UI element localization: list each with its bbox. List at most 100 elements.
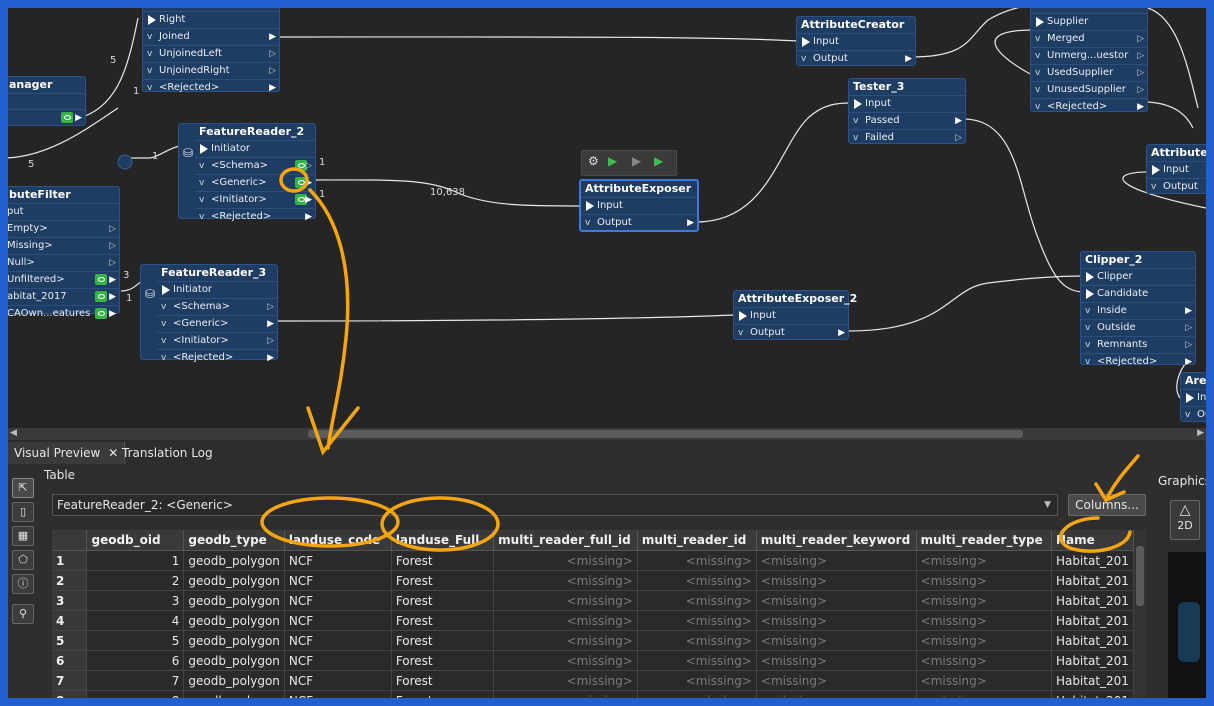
attributeexposer2-transformer[interactable]: AttributeExposer_2 Input v Output ▶: [733, 290, 857, 341]
table-cell[interactable]: Forest: [391, 610, 495, 631]
table-cell[interactable]: <missing>: [756, 570, 917, 591]
table-cell[interactable]: Habitat_201: [1051, 610, 1134, 631]
port-empty[interactable]: Empty> ▷: [8, 220, 119, 237]
table-cell[interactable]: 1: [86, 550, 185, 571]
port-passed[interactable]: v Passed ▶: [849, 112, 965, 129]
table-cell[interactable]: <missing>: [756, 650, 917, 671]
table-cell[interactable]: Forest: [391, 690, 495, 698]
row-number[interactable]: 7: [52, 670, 88, 691]
row-number-header[interactable]: [52, 530, 88, 551]
table-cell[interactable]: Forest: [391, 630, 495, 651]
column-header[interactable]: landuse_code: [284, 530, 392, 551]
port-unfiltered[interactable]: Unfiltered> ▶: [8, 271, 119, 288]
port-rejected[interactable]: v <Rejected> ▶: [1081, 353, 1195, 370]
port-schema[interactable]: v <Schema> ▷: [195, 157, 315, 174]
table-row[interactable]: 3 3 geodb_polygon NCF Forest <missing> <missin…: [52, 590, 1134, 611]
table-cell[interactable]: geodb_polygon: [183, 570, 285, 591]
table-cell[interactable]: NCF: [284, 630, 392, 651]
table-cell[interactable]: geodb_polygon: [183, 590, 285, 611]
table-cell[interactable]: <missing>: [637, 570, 757, 591]
port-unusedsupplier[interactable]: v UnusedSupplier ▷: [1031, 81, 1147, 98]
table-cell[interactable]: <missing>: [637, 590, 757, 611]
table-cell[interactable]: <missing>: [637, 650, 757, 671]
table-cell[interactable]: <missing>: [916, 650, 1052, 671]
port-output[interactable]: v Output ▶: [797, 50, 915, 67]
table-cell[interactable]: <missing>: [916, 610, 1052, 631]
table-cell[interactable]: 3: [86, 590, 185, 611]
table-cell[interactable]: 2: [86, 570, 185, 591]
layout-icon[interactable]: ▯: [12, 502, 34, 522]
port-rejected[interactable]: v <Rejected> ▶: [195, 208, 315, 225]
table-cell[interactable]: NCF: [284, 550, 392, 571]
tester3-transformer[interactable]: Tester_3 Input v Passed ▶ v Failed ▷: [848, 78, 966, 144]
graphics-view[interactable]: [1168, 552, 1206, 698]
table-cell[interactable]: <missing>: [916, 690, 1052, 698]
port-unjoinedleft[interactable]: v UnjoinedLeft ▷: [143, 45, 279, 62]
row-number[interactable]: 2: [52, 570, 88, 591]
port-output[interactable]: v Output ▶: [734, 324, 848, 341]
column-header[interactable]: geodb_oid: [86, 530, 185, 551]
port-output[interactable]: v Output ▶: [581, 214, 697, 231]
table-cell[interactable]: <missing>: [756, 690, 917, 698]
table-cell[interactable]: <missing>: [637, 670, 757, 691]
table-cell[interactable]: geodb_polygon: [183, 690, 285, 698]
manager-transformer[interactable]: anager ▶: [8, 76, 86, 126]
table-cell[interactable]: geodb_polygon: [183, 650, 285, 671]
port-initiator-out[interactable]: v <Initiator> ▶: [195, 191, 315, 208]
port-initiator-out[interactable]: v <Initiator> ▷: [157, 332, 277, 349]
run-to-this-icon[interactable]: ▶: [608, 154, 617, 168]
table-cell[interactable]: Habitat_201: [1051, 650, 1134, 671]
table-cell[interactable]: 8: [86, 690, 185, 698]
table-cell[interactable]: <missing>: [637, 690, 757, 698]
port-null[interactable]: Null> ▷: [8, 254, 119, 271]
attributecreator2-transformer[interactable]: AttributeC Input vOutput: [1146, 144, 1206, 194]
tab-visual-preview[interactable]: Visual Preview ✕: [8, 442, 126, 464]
port-candidate[interactable]: Candidate: [1081, 285, 1195, 302]
workspace-canvas[interactable]: 5 1 5 1 1 1 3 1 10,638 Right v Joined ▶ vU…: [8, 8, 1206, 428]
geometry-icon[interactable]: ⬠: [12, 550, 34, 570]
port-output[interactable]: v Output: [1147, 178, 1206, 195]
table-cell[interactable]: 7: [86, 670, 185, 691]
table-row[interactable]: 2 2 geodb_polygon NCF Forest <missing> <missin…: [52, 570, 1134, 591]
attributeexposer-transformer[interactable]: AttributeExposer Input v Output ▶: [579, 179, 699, 232]
table-cell[interactable]: <missing>: [637, 550, 757, 571]
canvas-horizontal-scrollbar[interactable]: ◀ ▶: [8, 428, 1206, 440]
port-rejected[interactable]: v <Rejected> ▶: [1031, 98, 1147, 115]
column-header[interactable]: multi_reader_id: [637, 530, 757, 551]
port-input[interactable]: Input: [797, 33, 915, 50]
select-pointer-icon[interactable]: ⇱: [12, 478, 34, 498]
table-cell[interactable]: 6: [86, 650, 185, 671]
table-cell[interactable]: <missing>: [916, 550, 1052, 571]
port-output[interactable]: ▶: [8, 109, 85, 126]
table-cell[interactable]: NCF: [284, 570, 392, 591]
featurereader2-transformer[interactable]: FeatureReader_2 ⛁ Initiator v <Schema> ▷ v…: [178, 123, 316, 222]
table-row[interactable]: 6 6 geodb_polygon NCF Forest <missing> <missin…: [52, 650, 1134, 671]
table-cell[interactable]: Forest: [391, 670, 495, 691]
port-right[interactable]: Right: [143, 11, 279, 28]
clipper2-transformer[interactable]: Clipper_2 Clipper Candidate v Inside ▶ v Ou…: [1080, 251, 1196, 367]
table-cell[interactable]: <missing>: [493, 630, 638, 651]
table-cell[interactable]: Habitat_201: [1051, 690, 1134, 698]
table-cell[interactable]: <missing>: [756, 610, 917, 631]
port-initiator[interactable]: Initiator: [195, 140, 315, 157]
run-this-icon[interactable]: ▶: [654, 154, 663, 168]
port-joined[interactable]: v Joined ▶: [143, 28, 279, 45]
port-input[interactable]: Input: [581, 197, 697, 214]
columns-button[interactable]: Columns...: [1068, 494, 1146, 516]
scroll-right-icon[interactable]: ▶: [1197, 428, 1204, 438]
column-header[interactable]: multi_reader_full_id: [493, 530, 638, 551]
port-input[interactable]: In: [1181, 389, 1206, 406]
featurereader3-transformer[interactable]: FeatureReader_3 ⛁ Initiator v <Schema> ▷ v…: [140, 264, 278, 363]
row-number[interactable]: 6: [52, 650, 88, 671]
table-cell[interactable]: <missing>: [493, 670, 638, 691]
view-2d-button[interactable]: △ 2D: [1170, 500, 1200, 540]
table-cell[interactable]: <missing>: [493, 570, 638, 591]
gear-icon[interactable]: ⚙: [588, 154, 599, 168]
featuremerger-transformer[interactable]: Supplier v Merged ▷ v Unmerg...uestor ▷ v Use…: [1030, 8, 1148, 112]
port-caowned[interactable]: CAOwn...eatures ▶: [8, 305, 119, 322]
table-cell[interactable]: <missing>: [637, 610, 757, 631]
port-initiator[interactable]: Initiator: [157, 281, 277, 298]
column-header[interactable]: geodb_type: [183, 530, 285, 551]
port-input[interactable]: Input: [734, 307, 848, 324]
table-cell[interactable]: Habitat_201: [1051, 670, 1134, 691]
